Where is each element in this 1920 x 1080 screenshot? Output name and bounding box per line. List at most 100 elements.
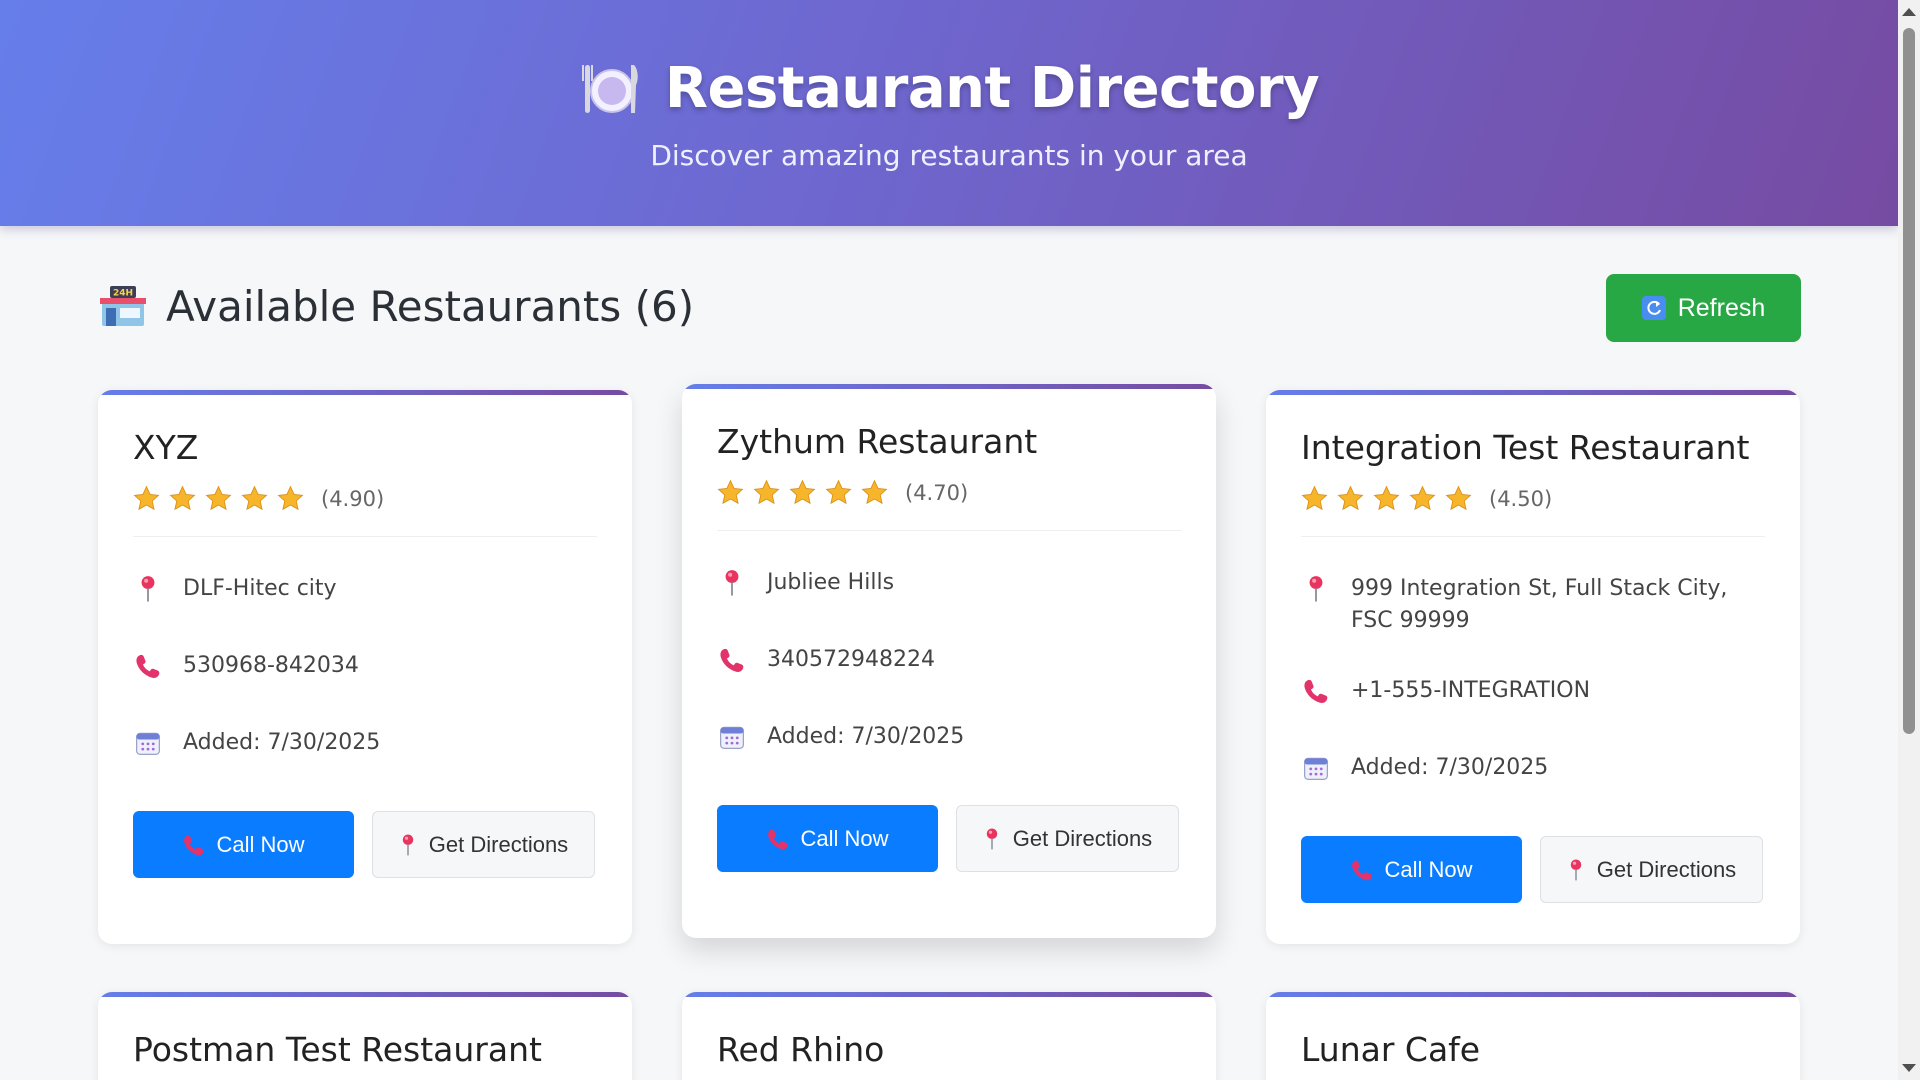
get-directions-label: Get Directions: [1012, 825, 1153, 851]
star-icon: [861, 479, 888, 506]
card-actions: Call Now Get Directions: [717, 805, 1181, 872]
scrollbar-thumb[interactable]: [1903, 28, 1915, 734]
phone-icon: [766, 827, 790, 851]
section-header: 24H Available Restaurants (6): [100, 282, 694, 331]
star-icon: [1337, 485, 1364, 512]
divider: [133, 536, 597, 537]
page-subtitle: Discover amazing restaurants in your are…: [650, 139, 1248, 172]
star-icon: [277, 485, 304, 512]
restaurant-name: Red Rhino: [717, 1030, 885, 1069]
star-icon: [1301, 485, 1328, 512]
restaurant-name: Postman Test Restaurant: [133, 1030, 542, 1069]
star-rating: (4.70): [717, 479, 1181, 506]
restaurant-card: Postman Test Restaurant: [98, 992, 632, 1080]
vertical-scrollbar[interactable]: [1898, 0, 1920, 1080]
restaurant-name: Zythum Restaurant: [717, 422, 1038, 461]
star-icon: [205, 485, 232, 512]
map-pin-icon: [721, 568, 743, 598]
rating-value: (4.70): [905, 480, 969, 505]
address-row: 999 Integration St, Full Stack City, FSC…: [1301, 573, 1765, 637]
scroll-up-arrow-icon[interactable]: [1902, 8, 1916, 16]
star-icon: [241, 485, 268, 512]
address-row: Jubliee Hills: [717, 567, 1181, 599]
added-row: Added: 7/30/2025: [717, 721, 1181, 753]
star-icon: [789, 479, 816, 506]
map-pin-icon: [983, 827, 1001, 851]
phone-text: 340572948224: [767, 647, 935, 672]
svg-text:24H: 24H: [113, 288, 133, 298]
added-text: Added: 7/30/2025: [1351, 755, 1549, 780]
restaurant-name: Lunar Cafe: [1301, 1030, 1481, 1069]
rating-value: (4.90): [321, 486, 385, 511]
phone-text: +1-555-INTEGRATION: [1351, 678, 1591, 703]
get-directions-label: Get Directions: [1596, 856, 1737, 882]
added-text: Added: 7/30/2025: [183, 730, 381, 755]
calendar-icon: [1302, 754, 1330, 782]
star-icon: [169, 485, 196, 512]
calendar-icon: [718, 723, 746, 751]
call-now-button[interactable]: Call Now: [1301, 836, 1522, 903]
star-icon: [825, 479, 852, 506]
phone-icon: [182, 833, 206, 857]
phone-row: 530968-842034: [133, 650, 597, 682]
calendar-icon: [134, 729, 162, 757]
star-rating: (4.90): [133, 485, 597, 512]
phone-text: 530968-842034: [183, 653, 359, 678]
phone-icon: [718, 646, 746, 674]
phone-row: 340572948224: [717, 644, 1181, 676]
address-text: 999 Integration St, Full Stack City, FSC…: [1351, 576, 1728, 633]
phone-icon: [134, 652, 162, 680]
restaurant-card: Zythum Restaurant (4.70) Jubliee Hills 3…: [682, 384, 1216, 938]
added-row: Added: 7/30/2025: [133, 727, 597, 759]
restaurant-card: Red Rhino: [682, 992, 1216, 1080]
call-now-button[interactable]: Call Now: [717, 805, 938, 872]
star-icon: [133, 485, 160, 512]
card-actions: Call Now Get Directions: [1301, 836, 1765, 903]
phone-row: +1-555-INTEGRATION: [1301, 675, 1765, 707]
card-actions: Call Now Get Directions: [133, 811, 597, 878]
call-now-label: Call Now: [1384, 856, 1473, 882]
page-header: Restaurant Directory Discover amazing re…: [0, 0, 1898, 226]
restaurant-card: Integration Test Restaurant (4.50) 999 I…: [1266, 390, 1800, 944]
rating-value: (4.50): [1489, 486, 1553, 511]
map-pin-icon: [1305, 574, 1327, 604]
map-pin-icon: [137, 574, 159, 604]
section-title: Available Restaurants (6): [166, 282, 695, 331]
added-text: Added: 7/30/2025: [767, 724, 965, 749]
phone-icon: [1350, 858, 1374, 882]
star-icon: [753, 479, 780, 506]
star-icon: [1409, 485, 1436, 512]
scroll-down-arrow-icon[interactable]: [1902, 1064, 1916, 1072]
get-directions-button[interactable]: Get Directions: [956, 805, 1179, 872]
get-directions-label: Get Directions: [428, 831, 569, 857]
address-text: Jubliee Hills: [767, 570, 895, 595]
phone-icon: [1302, 677, 1330, 705]
restaurant-card: XYZ (4.90) DLF-Hitec city 530968-842034 …: [98, 390, 632, 944]
page-title: Restaurant Directory: [664, 56, 1320, 121]
divider: [1301, 536, 1765, 537]
address-row: DLF-Hitec city: [133, 573, 597, 605]
get-directions-button[interactable]: Get Directions: [372, 811, 595, 878]
star-rating: (4.50): [1301, 485, 1765, 512]
store-24h-icon: 24H: [100, 285, 146, 326]
added-row: Added: 7/30/2025: [1301, 752, 1765, 784]
divider: [717, 530, 1181, 531]
restaurant-name: XYZ: [133, 428, 199, 467]
refresh-label: Refresh: [1677, 293, 1766, 322]
call-now-label: Call Now: [216, 831, 305, 857]
call-now-label: Call Now: [800, 825, 889, 851]
header-title-row: Restaurant Directory: [579, 56, 1320, 121]
refresh-icon: [1641, 296, 1666, 320]
get-directions-button[interactable]: Get Directions: [1540, 836, 1763, 903]
map-pin-icon: [1567, 858, 1585, 882]
address-text: DLF-Hitec city: [183, 576, 337, 601]
call-now-button[interactable]: Call Now: [133, 811, 354, 878]
restaurant-card: Lunar Cafe: [1266, 992, 1800, 1080]
map-pin-icon: [399, 833, 417, 857]
star-icon: [717, 479, 744, 506]
plate-cutlery-icon: [581, 64, 638, 113]
refresh-button[interactable]: Refresh: [1606, 274, 1801, 342]
star-icon: [1373, 485, 1400, 512]
star-icon: [1445, 485, 1472, 512]
restaurant-name: Integration Test Restaurant: [1301, 428, 1750, 467]
